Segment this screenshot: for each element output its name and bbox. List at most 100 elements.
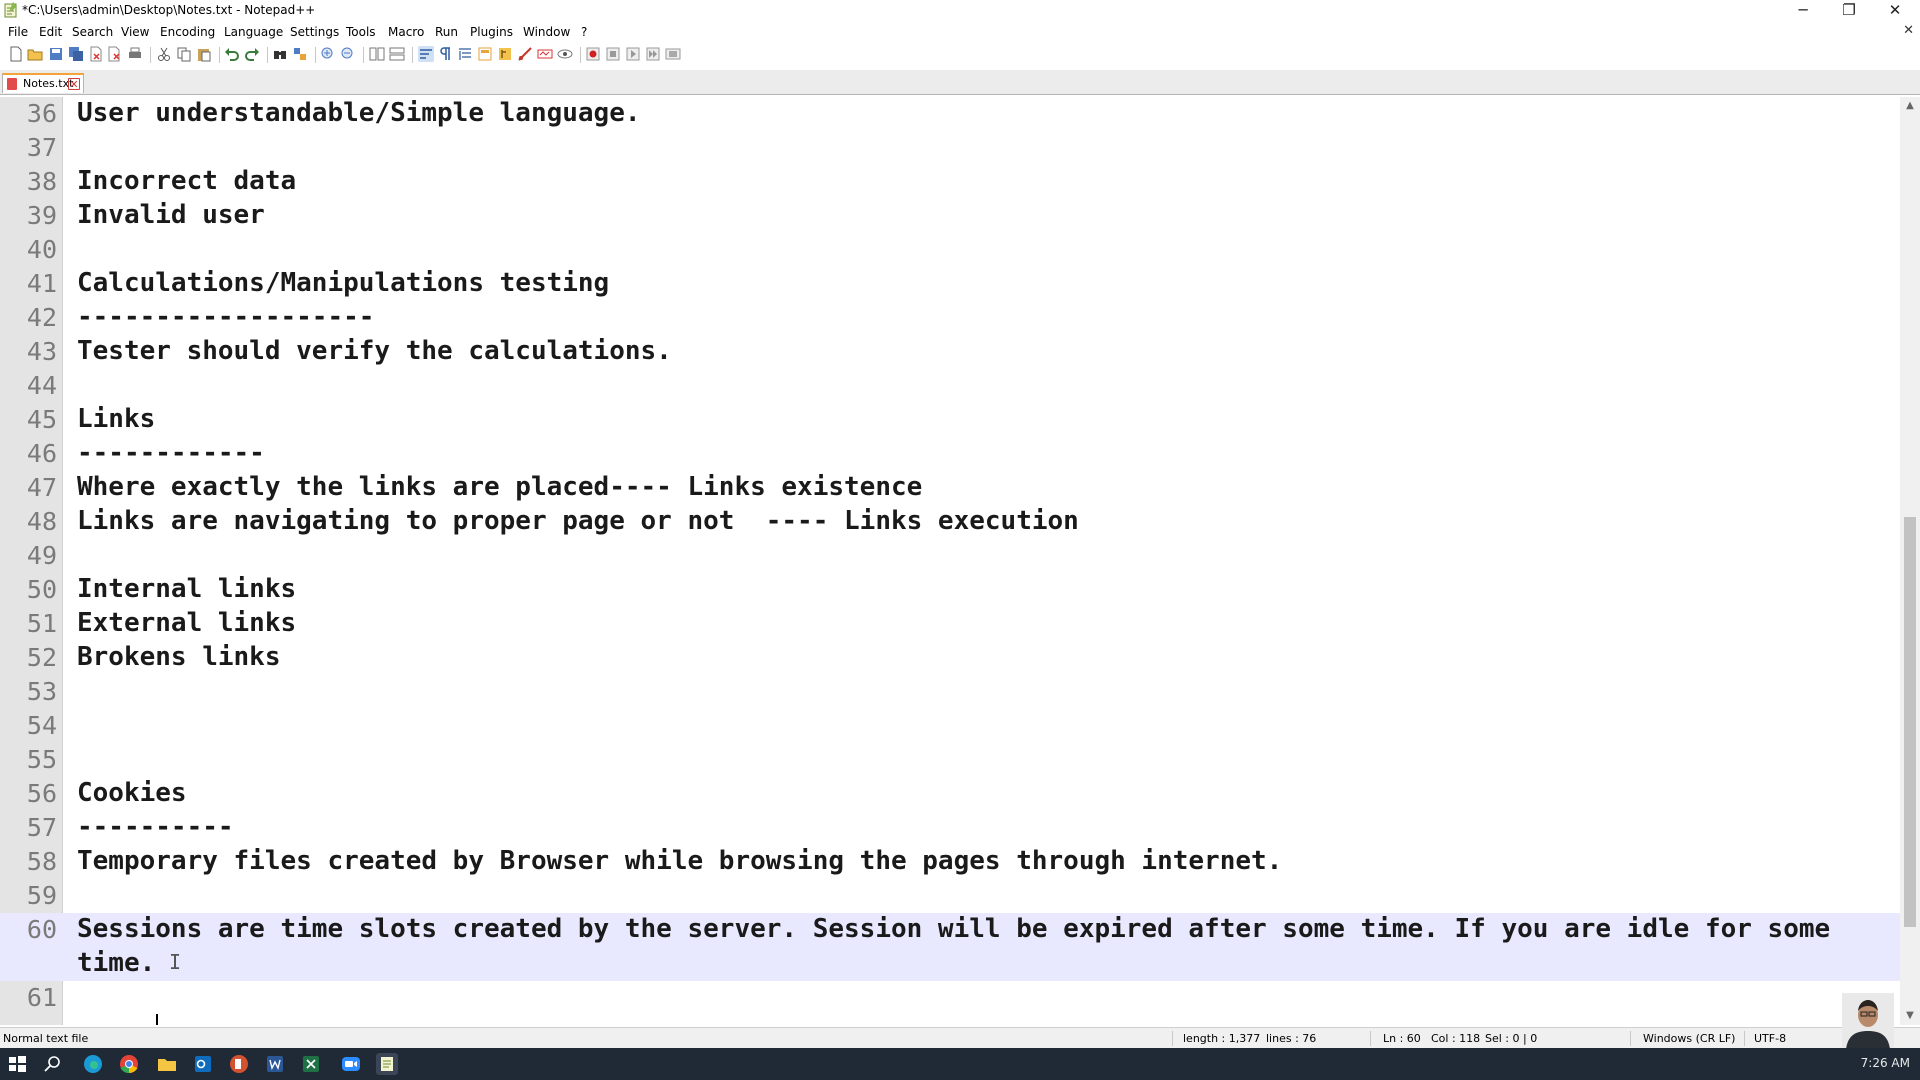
menu-plugins[interactable]: Plugins xyxy=(470,25,513,39)
scroll-thumb[interactable] xyxy=(1904,517,1916,927)
replace-icon[interactable] xyxy=(292,46,308,62)
editor-area[interactable]: 36 User understandable/Simple language. 37… xyxy=(0,97,1900,1025)
menu-window[interactable]: Window xyxy=(523,25,570,39)
editor-line[interactable]: 45 Links xyxy=(0,403,1900,437)
menu-language[interactable]: Language xyxy=(224,25,283,39)
save-macro-icon[interactable] xyxy=(665,46,681,62)
status-bar: Normal text file length : 1,377 lines : … xyxy=(0,1027,1920,1049)
record-macro-icon[interactable] xyxy=(585,46,601,62)
menu-search[interactable]: Search xyxy=(72,25,113,39)
file-explorer-icon[interactable] xyxy=(156,1053,178,1075)
windows-start-icon[interactable] xyxy=(6,1053,28,1075)
editor-line[interactable]: 49 xyxy=(0,539,1900,573)
editor-line[interactable]: 56 Cookies xyxy=(0,777,1900,811)
zoom-out-icon[interactable] xyxy=(340,46,356,62)
tab-notes-txt[interactable]: Notes.txt ✕ xyxy=(2,73,84,93)
status-sel: Sel : 0 | 0 xyxy=(1485,1032,1538,1045)
save-icon[interactable] xyxy=(48,46,64,62)
redo-icon[interactable] xyxy=(244,46,260,62)
editor-line[interactable]: time. xyxy=(0,947,1900,981)
editor-line[interactable]: 41 Calculations/Manipulations testing xyxy=(0,267,1900,301)
line-number: 57 xyxy=(26,813,57,842)
editor-line[interactable]: 57 ---------- xyxy=(0,811,1900,845)
save-all-icon[interactable] xyxy=(68,46,84,62)
show-all-chars-icon[interactable] xyxy=(437,46,453,62)
editor-line[interactable]: 54 xyxy=(0,709,1900,743)
menu-macro[interactable]: Macro xyxy=(388,25,424,39)
search-icon[interactable] xyxy=(42,1053,64,1075)
close-all-icon[interactable] xyxy=(107,46,123,62)
editor-line[interactable]: 51 External links xyxy=(0,607,1900,641)
editor-line[interactable]: 39 Invalid user xyxy=(0,199,1900,233)
line-text: Internal links xyxy=(77,574,297,604)
menu-help[interactable]: ? xyxy=(581,25,587,39)
copy-icon[interactable] xyxy=(176,46,192,62)
menu-settings[interactable]: Settings xyxy=(290,25,339,39)
editor-line[interactable]: 44 xyxy=(0,369,1900,403)
editor-line[interactable]: 52 Brokens links xyxy=(0,641,1900,675)
open-file-icon[interactable] xyxy=(27,46,43,62)
editor-line[interactable]: 55 xyxy=(0,743,1900,777)
word-wrap-icon[interactable] xyxy=(418,46,434,62)
menu-run[interactable]: Run xyxy=(435,25,458,39)
tab-close-icon[interactable]: ✕ xyxy=(68,78,80,90)
zoom-icon[interactable] xyxy=(340,1053,362,1075)
editor-line[interactable]: 38 Incorrect data xyxy=(0,165,1900,199)
play-macro-icon[interactable] xyxy=(625,46,641,62)
paste-icon[interactable] xyxy=(196,46,212,62)
excel-icon[interactable] xyxy=(300,1053,322,1075)
undo-icon[interactable] xyxy=(224,46,240,62)
close-document-icon[interactable]: ✕ xyxy=(1903,23,1914,38)
editor-line[interactable]: 58 Temporary files created by Browser whi… xyxy=(0,845,1900,879)
line-text: Incorrect data xyxy=(77,166,297,196)
editor-line[interactable]: 42 ------------------- xyxy=(0,301,1900,335)
find-icon[interactable] xyxy=(272,46,288,62)
doc-map-icon[interactable] xyxy=(477,46,493,62)
editor-line[interactable]: 37 xyxy=(0,131,1900,165)
minimize-button[interactable]: ─ xyxy=(1780,0,1826,22)
editor-line[interactable]: 36 User understandable/Simple language. xyxy=(0,97,1900,131)
menu-edit[interactable]: Edit xyxy=(39,25,62,39)
cut-icon[interactable] xyxy=(156,46,172,62)
editor-line[interactable]: 40 xyxy=(0,233,1900,267)
new-file-icon[interactable] xyxy=(8,46,24,62)
line-text: External links xyxy=(77,608,297,638)
editor-line[interactable]: 43 Tester should verify the calculations. xyxy=(0,335,1900,369)
sync-horizontal-icon[interactable] xyxy=(389,46,405,62)
editor-line[interactable]: 48 Links are navigating to proper page or… xyxy=(0,505,1900,539)
editor-line[interactable]: 53 xyxy=(0,675,1900,709)
edge-icon[interactable] xyxy=(82,1053,104,1075)
editor-line[interactable]: 60 Sessions are time slots created by the… xyxy=(0,913,1900,947)
menu-encoding[interactable]: Encoding xyxy=(160,25,215,39)
editor-line[interactable]: 59 xyxy=(0,879,1900,913)
restore-button[interactable]: ❐ xyxy=(1826,0,1872,22)
editor-line[interactable]: 47 Where exactly the links are placed----… xyxy=(0,471,1900,505)
scroll-down-icon[interactable]: ▼ xyxy=(1900,1007,1920,1025)
editor-line[interactable]: 50 Internal links xyxy=(0,573,1900,607)
function-list-icon[interactable] xyxy=(497,46,513,62)
editor-line[interactable]: 46 ------------ xyxy=(0,437,1900,471)
menu-file[interactable]: File xyxy=(8,25,28,39)
run-macro-multiple-icon[interactable] xyxy=(645,46,661,62)
stop-macro-icon[interactable] xyxy=(605,46,621,62)
chrome-icon[interactable] xyxy=(118,1053,140,1075)
close-window-button[interactable]: ✕ xyxy=(1872,0,1918,22)
scroll-up-icon[interactable]: ▲ xyxy=(1900,97,1920,115)
menu-view[interactable]: View xyxy=(121,25,149,39)
editor-line[interactable]: 61 xyxy=(0,981,1900,1015)
notepadpp-icon[interactable] xyxy=(376,1053,398,1075)
powerpoint-icon[interactable] xyxy=(228,1053,250,1075)
word-icon[interactable] xyxy=(264,1053,286,1075)
print-icon[interactable] xyxy=(127,46,143,62)
line-number: 50 xyxy=(26,575,57,604)
outlook-icon[interactable] xyxy=(192,1053,214,1075)
sync-vertical-icon[interactable] xyxy=(369,46,385,62)
eye-icon[interactable] xyxy=(557,46,573,62)
vertical-scrollbar[interactable]: ▲ ▼ xyxy=(1900,97,1920,1025)
menu-tools[interactable]: Tools xyxy=(346,25,376,39)
zoom-in-icon[interactable] xyxy=(320,46,336,62)
folder-workspace-icon[interactable] xyxy=(517,46,533,62)
monitoring-icon[interactable] xyxy=(537,46,553,62)
close-icon[interactable] xyxy=(88,46,104,62)
indent-guide-icon[interactable] xyxy=(457,46,473,62)
